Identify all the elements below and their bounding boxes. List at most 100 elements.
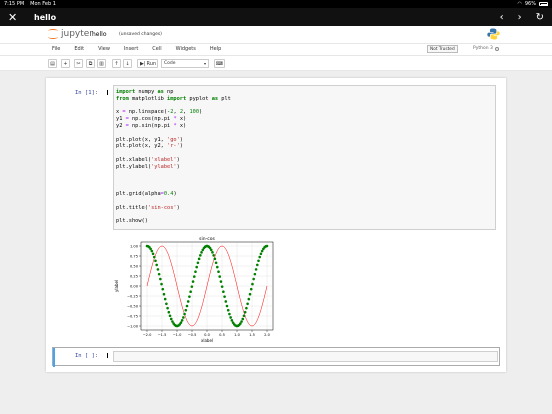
data-point-cos [154,259,157,263]
cut-icon[interactable]: ✂ [74,59,83,68]
cell-selected-bar [53,348,55,367]
run-button[interactable]: ▶| Run [137,59,158,68]
empty-cell-prompt: In [ ]: [75,353,99,359]
save-icon[interactable]: ▤ [48,59,57,68]
code-line: from matplotlib import pyplot as plt [116,95,231,102]
code-line: import numpy as np [116,89,174,95]
chevron-right-icon[interactable]: › [518,12,522,23]
kernel-status-icon [494,46,499,51]
data-point-cos [240,320,243,323]
y-tick-label: 0.75 [130,254,138,258]
empty-cell-input[interactable] [113,351,498,362]
notebook-name[interactable]: hello [92,31,107,38]
move-down-icon[interactable]: ↓ [123,59,132,68]
copy-icon[interactable]: ⧉ [86,59,95,68]
trust-button[interactable]: Not Trusted [427,45,458,53]
code-line: ​ [116,184,231,191]
chevron-left-icon[interactable]: ‹ [500,12,504,23]
reload-icon[interactable]: ↻ [536,12,544,23]
save-status: (unsaved changes) [119,32,162,37]
jupyter-logo-icon [48,28,58,40]
data-point-cos [246,302,249,306]
data-point-cos [260,249,264,253]
add-cell-icon[interactable]: + [61,59,70,68]
data-point-cos [184,308,188,312]
menu-insert[interactable]: Insert [124,46,138,52]
data-point-cos [258,255,262,259]
python-logo-icon [487,28,500,40]
menu-items: File Edit View Insert Cell Widgets Help [52,46,221,52]
close-icon[interactable]: ✕ [8,11,24,24]
menu-cell[interactable]: Cell [152,46,161,52]
data-point-cos [209,248,213,252]
keyboard-icon[interactable]: ⌨ [214,59,225,68]
move-up-icon[interactable]: ↑ [112,59,121,68]
data-point-cos [220,285,224,288]
data-point-cos [162,292,166,296]
menu-widgets[interactable]: Widgets [176,46,196,52]
data-point-cos [257,259,260,263]
code-line: ​ [116,211,231,218]
paste-icon[interactable]: ▥ [97,59,106,68]
data-point-cos [182,316,185,319]
data-point-cos [212,254,215,257]
code-line: ​ [116,103,231,110]
data-point-cos [219,280,223,283]
data-point-cos [160,282,163,286]
cell-type-select[interactable]: Code ▾ [161,59,209,68]
run-label: Run [146,60,157,67]
data-point-cos [245,306,248,310]
data-point-cos [167,310,171,314]
data-point-cos [149,247,152,251]
x-tick-label: 0.0 [204,333,210,337]
data-point-cos [151,252,155,256]
data-point-cos [224,300,228,303]
cell-type-value: Code [164,61,176,66]
code-line: x = np.linspace(-2, 2, 100) [116,109,203,116]
data-point-cos [179,321,183,324]
data-point-cos [200,251,203,254]
data-point-cos [265,244,269,248]
data-point-cos [253,272,257,276]
data-point-cos [243,310,247,314]
data-point-cos [169,317,173,321]
code-line: plt.xlabel('xlabel') [116,156,180,163]
menu-help[interactable]: Help [210,46,221,52]
y-tick-label: 0.50 [130,264,139,268]
data-point-cos [217,270,220,274]
jupyter-logo[interactable]: jupyter [48,28,93,40]
y-tick-label: −1.00 [127,324,139,328]
menu-view[interactable]: View [98,46,110,52]
code-block: import numpy as np from matplotlib import… [116,89,231,225]
data-point-cos [259,252,263,256]
code-line: y2 = np.sin(np.pi * x) [116,122,187,129]
data-point-cos [165,302,168,306]
x-tick-label: 1.5 [249,333,255,337]
kernel-name: Python 3 [473,46,493,51]
run-icon: ▶| [140,60,146,67]
data-point-cos [152,255,156,259]
menu-edit[interactable]: Edit [74,46,84,52]
data-point-cos [159,277,162,281]
data-point-cos [163,297,167,301]
x-tick-label: −2.0 [143,333,152,337]
data-point-cos [229,316,232,319]
menu-file[interactable]: File [52,46,60,52]
y-tick-label: −0.25 [127,294,138,298]
data-point-cos [213,257,217,261]
kernel-indicator: Python 3 [473,46,499,51]
data-point-cos [211,251,214,254]
data-point-cos [190,285,194,288]
data-point-cos [168,314,172,318]
data-point-cos [196,261,200,265]
data-point-cos [249,287,253,291]
data-point-cos [189,290,192,293]
code-line: plt.ylabel('ylabel') [116,163,180,170]
data-point-cos [161,287,165,291]
code-line: plt.plot(x, y1, 'go') [116,136,183,143]
data-point-cos [226,308,230,312]
x-tick-label: 1.0 [234,333,240,337]
code-line: ​ [116,198,231,205]
data-point-cos [157,272,161,276]
chevron-down-icon: ▾ [203,61,206,66]
